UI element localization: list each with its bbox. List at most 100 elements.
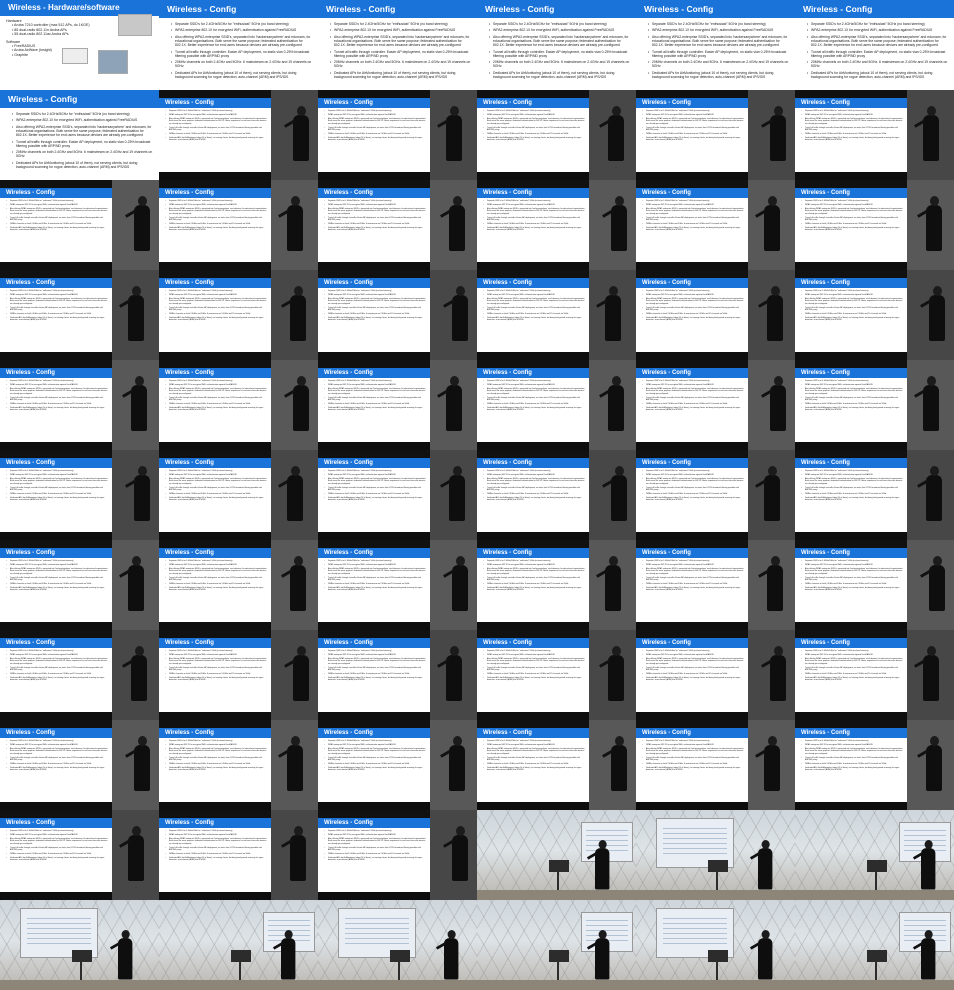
- frame-top-band: [0, 630, 112, 638]
- frame-bottom-band: [159, 352, 271, 360]
- frame-top-band: [795, 540, 907, 548]
- slide-bullet: Tunnel all traffic through controller. E…: [165, 127, 269, 132]
- slide-bullet: Tunnel all traffic through controller. E…: [324, 127, 428, 132]
- slide-bullet: Separate SSID's for 2.4GHz/5GHz for "ent…: [801, 470, 905, 473]
- stage-floor: [159, 980, 318, 990]
- frame-thumbnail: [636, 810, 795, 900]
- slide-bullet: Dedicated APs for AirMonitoring (about 1…: [642, 137, 746, 142]
- slide-bullet: Also offering WPA2-enterprise SSID's, se…: [324, 838, 428, 845]
- projected-slide: Wireless - Config Separate SSID's for 2.4…: [0, 458, 112, 538]
- frame-thumbnail: Wireless - Config Separate SSID's for 2.4…: [477, 540, 636, 630]
- speaker-head: [768, 736, 777, 746]
- slide-bullet: Tunnel all traffic through controller. E…: [801, 397, 905, 402]
- slide-title: Wireless - Config: [795, 278, 907, 288]
- slide-bullet: Dedicated APs for AirMonitoring (about 1…: [801, 767, 905, 772]
- frame-thumbnail: Wireless - Config Separate SSID's for 2.4…: [477, 180, 636, 270]
- frame-thumbnail: [0, 900, 159, 990]
- slide-bullet: Also offering WPA2-enterprise SSID's, se…: [642, 478, 746, 485]
- slide-bullet: Tunnel all traffic through controller. E…: [801, 757, 905, 762]
- projected-slide: Wireless - Config Separate SSID's for 2.4…: [318, 278, 430, 358]
- slide-bullets: Separate SSID's for 2.4GHz/5GHz for "ent…: [165, 200, 269, 233]
- slide-bullet: Separate SSID's for 2.4GHz/5GHz for "ent…: [165, 650, 269, 653]
- slide-bullet: Tunnel all traffic through controller. E…: [483, 307, 587, 312]
- frame-top-band: [0, 180, 112, 188]
- slide-bullet: Also offering WPA2-enterprise SSID's, se…: [801, 388, 905, 395]
- projected-slide: Wireless - Config Separate SSID's for 2.4…: [795, 188, 907, 268]
- slide-bullets: Separate SSID's for 2.4GHz/5GHz for "ent…: [324, 200, 428, 233]
- slide-bullet: Tunnel all traffic through controller. E…: [648, 50, 789, 58]
- frame-top-band: [477, 720, 589, 728]
- frame-bottom-band: [795, 712, 907, 720]
- slide-bullet: Also offering WPA2-enterprise SSID's, se…: [642, 388, 746, 395]
- slide-bullets: Separate SSID's for 2.4GHz/5GHz for "ent…: [6, 380, 110, 413]
- frame-bottom-band: [0, 352, 112, 360]
- projected-slide: Wireless - Config Separate SSID's for 2.4…: [477, 278, 589, 358]
- slide-bullet: Also offering WPA2-enterprise SSID's, se…: [165, 748, 269, 755]
- frame-thumbnail: [636, 900, 795, 990]
- frame-top-band: [636, 630, 748, 638]
- slide-bullet: Tunnel all traffic through controller. E…: [801, 577, 905, 582]
- slide-bullet: Separate SSID's for 2.4GHz/5GHz for "ent…: [483, 110, 587, 113]
- slide-bullet: 20MHz channels on both 2.4GHz and 5GHz. …: [483, 403, 587, 406]
- slide-title: Wireless - Config: [795, 98, 907, 108]
- slide-bullet: Dedicated APs for AirMonitoring (about 1…: [330, 71, 471, 79]
- slide-bullet: Also offering WPA2-enterprise SSID's, se…: [6, 658, 110, 665]
- speaker-head: [609, 556, 618, 566]
- slide-title: Wireless - Config: [477, 458, 589, 468]
- frame-thumbnail: Wireless - Config Separate SSID's for 2.4…: [795, 630, 954, 720]
- slide-bullet: WPA2-enterprise 802.1X for encrypted WiF…: [483, 384, 587, 387]
- slide-title: Wireless - Config: [477, 278, 589, 288]
- slide-bullet: 20MHz channels on both 2.4GHz and 5GHz. …: [165, 493, 269, 496]
- frame-thumbnail: Wireless - Config Separate SSID's for 2.4…: [795, 720, 954, 810]
- slide-bullet: Dedicated APs for AirMonitoring (about 1…: [642, 677, 746, 682]
- slide-bullet: 20MHz channels on both 2.4GHz and 5GHz. …: [642, 493, 746, 496]
- slide-bullet: 20MHz channels on both 2.4GHz and 5GHz. …: [165, 583, 269, 586]
- slide-title: Wireless - Config: [477, 0, 636, 18]
- slide-bullet: WPA2-enterprise 802.1X for encrypted WiF…: [12, 118, 153, 122]
- frame-bottom-band: [318, 532, 430, 540]
- slide-bullet: Separate SSID's for 2.4GHz/5GHz for "ent…: [6, 650, 110, 653]
- slide-title: Wireless - Config: [795, 188, 907, 198]
- slide-bullet: 20MHz channels on both 2.4GHz and 5GHz. …: [483, 493, 587, 496]
- projected-slide: Wireless - Config Separate SSID's for 2.4…: [159, 278, 271, 358]
- frame-bottom-band: [159, 802, 271, 810]
- frame-thumbnail: Wireless - Config Separate SSID's for 2.4…: [318, 0, 477, 90]
- slide-bullet: Tunnel all traffic through controller. E…: [6, 217, 110, 222]
- slide-bullets: Separate SSID's for 2.4GHz/5GHz for "ent…: [801, 470, 905, 503]
- projected-slide: Wireless - Config Separate SSID's for 2.4…: [795, 458, 907, 538]
- frame-thumbnail: Wireless - Config Separate SSID's for 2.4…: [0, 180, 159, 270]
- projected-slide: Wireless - Config Separate SSID's for 2.4…: [636, 638, 748, 718]
- slide-bullet: Separate SSID's for 2.4GHz/5GHz for "ent…: [801, 110, 905, 113]
- slide-bullets: Separate SSID's for 2.4GHz/5GHz for "ent…: [642, 200, 746, 233]
- slide-bullet: Also offering WPA2-enterprise SSID's, se…: [165, 658, 269, 665]
- slide-bullet: Dedicated APs for AirMonitoring (about 1…: [801, 587, 905, 592]
- frame-thumbnail: Wireless - Config Separate SSID's for 2.4…: [477, 270, 636, 360]
- lectern: [549, 950, 569, 962]
- speaker-head: [135, 646, 144, 656]
- lectern: [867, 860, 887, 872]
- frame-thumbnail: Wireless - Config Separate SSID's for 2.4…: [795, 360, 954, 450]
- slide-bullet: Also offering WPA2-enterprise SSID's, se…: [324, 118, 428, 125]
- slide-bullet: Dedicated APs for AirMonitoring (about 1…: [801, 497, 905, 502]
- projected-slide: Wireless - Config Separate SSID's for 2.4…: [159, 458, 271, 538]
- frame-thumbnail: Wireless - Config Separate SSID's for 2.4…: [0, 450, 159, 540]
- slide-bullet: Dedicated APs for AirMonitoring (about 1…: [489, 71, 630, 79]
- slide-bullet: Also offering WPA2-enterprise SSID's, se…: [6, 388, 110, 395]
- frame-bottom-band: [318, 622, 430, 630]
- slide-bullet: WPA2-enterprise 802.1X for encrypted WiF…: [483, 204, 587, 207]
- projected-slide: Wireless - Config Separate SSID's for 2.4…: [0, 548, 112, 628]
- frame-top-band: [636, 90, 748, 98]
- slide-bullet: WPA2-enterprise 802.1X for encrypted WiF…: [6, 564, 110, 567]
- slide-bullets: Separate SSID's for 2.4GHz/5GHz for "ent…: [165, 740, 269, 773]
- frame-thumbnail: Wireless - Config Separate SSID's for 2.4…: [0, 270, 159, 360]
- slide-bullet: Separate SSID's for 2.4GHz/5GHz for "ent…: [165, 470, 269, 473]
- slide-bullet: Also offering WPA2-enterprise SSID's, se…: [6, 748, 110, 755]
- speaker-head: [456, 556, 465, 566]
- slide-bullet: Tunnel all traffic through controller. E…: [324, 847, 428, 852]
- slide-bullet: Dedicated APs for AirMonitoring (about 1…: [165, 317, 269, 322]
- frame-top-band: [159, 810, 271, 818]
- projected-slide: Wireless - Config Separate SSID's for 2.4…: [636, 548, 748, 628]
- slide-bullet: Also offering WPA2-enterprise SSID's, se…: [165, 298, 269, 305]
- slide-bullet: WPA2-enterprise 802.1X for encrypted WiF…: [324, 834, 428, 837]
- frame-top-band: [636, 540, 748, 548]
